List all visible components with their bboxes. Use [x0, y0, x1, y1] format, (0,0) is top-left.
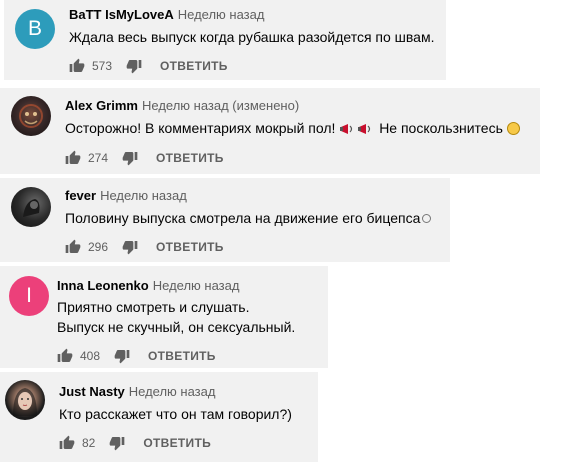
like-icon[interactable] — [65, 239, 81, 255]
reply-button[interactable]: ОТВЕТИТЬ — [156, 151, 224, 165]
avatar[interactable]: B — [15, 9, 55, 49]
like-icon[interactable] — [65, 150, 81, 166]
dislike-icon[interactable] — [122, 239, 138, 255]
comment-header: Just Nasty Неделю назад — [59, 384, 215, 400]
comment-header: fever Неделю назад — [65, 188, 187, 204]
comment-text: Осторожно! В комментариях мокрый пол! Не… — [65, 118, 520, 142]
avatar-letter: B — [27, 17, 42, 40]
avatar-image — [23, 199, 40, 217]
avatar[interactable] — [11, 187, 51, 227]
megaphone-icon — [339, 121, 357, 142]
comment-text: Приятно смотреть и слушать. — [57, 299, 250, 315]
reply-button[interactable]: ОТВЕТИТЬ — [148, 349, 216, 363]
comment-card: I Inna Leonenko Неделю назад Приятно смот… — [0, 266, 328, 368]
comment-header: Inna Leonenko Неделю назад — [57, 278, 239, 294]
comment-author[interactable]: Alex Grimm — [65, 98, 138, 113]
megaphone-icon — [357, 121, 375, 142]
like-count: 274 — [88, 151, 109, 165]
comment-time[interactable]: Неделю назад — [129, 384, 216, 399]
reply-button[interactable]: ОТВЕТИТЬ — [160, 59, 228, 73]
dislike-icon[interactable] — [126, 58, 142, 74]
like-count: 573 — [92, 59, 113, 73]
like-icon[interactable] — [59, 435, 75, 451]
avatar-image — [13, 388, 37, 416]
avatar[interactable]: I — [9, 276, 49, 316]
like-count: 408 — [80, 349, 101, 363]
comment-header: BaTT IsMyLoveA Неделю назад — [69, 7, 264, 23]
comment-actions: 573 ОТВЕТИТЬ — [69, 56, 228, 76]
comment-actions: 274 ОТВЕТИТЬ — [65, 148, 224, 168]
comment-card: fever Неделю назад Половину выпуска смотр… — [0, 178, 450, 262]
like-icon[interactable] — [57, 348, 73, 364]
grin-emoji-icon — [506, 122, 520, 135]
comment-text-part: Не поскользнитесь — [379, 120, 503, 136]
comment-text-part: Половину выпуска смотрела на движение ег… — [65, 210, 421, 226]
comment-author[interactable]: fever — [65, 188, 96, 203]
comment-card: Just Nasty Неделю назад Кто расскажет что… — [0, 372, 318, 462]
comment-author[interactable]: Just Nasty — [59, 384, 125, 399]
comment-card: B BaTT IsMyLoveA Неделю назад Ждала весь … — [4, 0, 446, 80]
dislike-icon[interactable] — [109, 435, 125, 451]
comment-time[interactable]: Неделю назад — [153, 278, 240, 293]
avatar-image — [19, 104, 43, 128]
comment-actions: 408 ОТВЕТИТЬ — [57, 346, 216, 366]
comment-text: Половину выпуска смотрела на движение ег… — [65, 208, 432, 229]
comment-author[interactable]: Inna Leonenko — [57, 278, 149, 293]
avatar[interactable] — [5, 380, 45, 420]
reply-button[interactable]: ОТВЕТИТЬ — [143, 436, 211, 450]
reply-button[interactable]: ОТВЕТИТЬ — [156, 240, 224, 254]
comment-actions: 82 ОТВЕТИТЬ — [59, 433, 211, 453]
comment-text: Ждала весь выпуск когда рубашка разойдет… — [69, 29, 435, 45]
like-count: 296 — [88, 240, 109, 254]
comment-text: Кто расскажет что он там говорил?) — [59, 406, 292, 422]
avatar-letter: I — [26, 284, 32, 307]
comment-card: Alex Grimm Неделю назад (изменено) Осторо… — [0, 88, 540, 174]
smile-emoji-icon — [422, 214, 432, 223]
dislike-icon[interactable] — [122, 150, 138, 166]
comment-header: Alex Grimm Неделю назад (изменено) — [65, 98, 299, 114]
comment-actions: 296 ОТВЕТИТЬ — [65, 237, 224, 257]
comment-author[interactable]: BaTT IsMyLoveA — [69, 7, 174, 22]
comment-text: Выпуск не скучный, он сексуальный. — [57, 319, 296, 335]
comment-text-part: Осторожно! В комментариях мокрый пол! — [65, 120, 336, 136]
dislike-icon[interactable] — [114, 348, 130, 364]
like-icon[interactable] — [69, 58, 85, 74]
comment-time[interactable]: Неделю назад (изменено) — [142, 98, 299, 113]
comment-time[interactable]: Неделю назад — [178, 7, 265, 22]
comment-time[interactable]: Неделю назад — [100, 188, 187, 203]
like-count: 82 — [82, 436, 96, 450]
avatar[interactable] — [11, 96, 51, 136]
